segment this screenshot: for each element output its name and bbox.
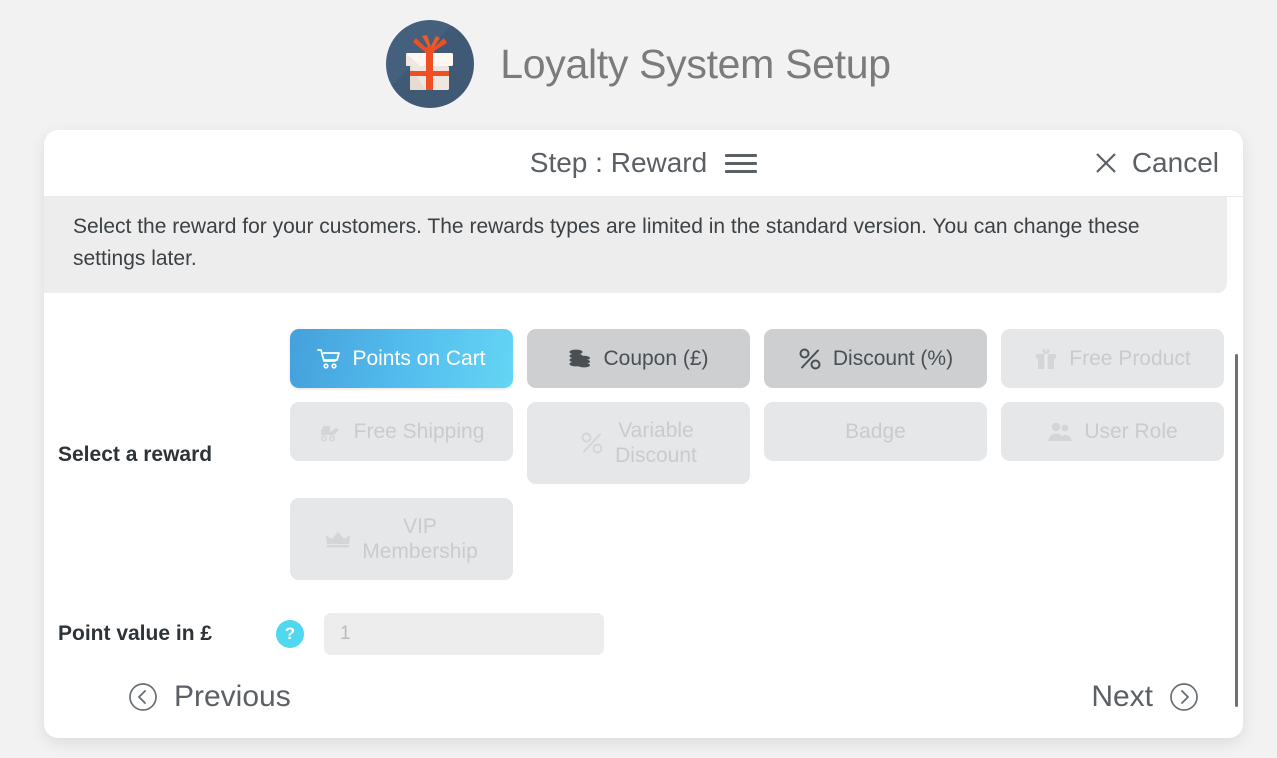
next-label: Next bbox=[1091, 680, 1153, 713]
percent-icon bbox=[580, 431, 604, 455]
step-title-group: Step : Reward bbox=[44, 147, 1243, 179]
modal-body: Select the reward for your customers. Th… bbox=[44, 197, 1243, 738]
gift-box-glyph bbox=[406, 35, 454, 90]
reward-option-discount[interactable]: Discount (%) bbox=[764, 329, 987, 388]
modal-scrollbar[interactable] bbox=[1235, 354, 1238, 707]
previous-button[interactable]: Previous bbox=[128, 680, 291, 714]
reward-option-user-role: User Role bbox=[1001, 402, 1224, 461]
reward-option-label: Free Shipping bbox=[353, 420, 485, 443]
shopping-cart-icon bbox=[317, 347, 341, 371]
cancel-label: Cancel bbox=[1131, 147, 1219, 178]
reward-option-label: Badge bbox=[845, 420, 906, 443]
step-description: Select the reward for your customers. Th… bbox=[44, 197, 1227, 293]
question-mark-icon[interactable]: ? bbox=[276, 620, 304, 648]
users-icon bbox=[1047, 421, 1073, 443]
reward-option-label: Coupon (£) bbox=[603, 347, 709, 370]
select-a-reward-label: Select a reward bbox=[58, 442, 213, 466]
reward-options-grid: Points on Cart Coupon (£) Discount (%) Free… bbox=[290, 329, 1227, 580]
reward-option-badge: Badge bbox=[764, 402, 987, 461]
shipping-truck-icon bbox=[319, 421, 343, 443]
reward-option-points-on-cart[interactable]: Points on Cart bbox=[290, 329, 513, 388]
reward-option-label: Free Product bbox=[1069, 347, 1191, 370]
gift-icon bbox=[386, 20, 475, 108]
next-button[interactable]: Next bbox=[1091, 680, 1199, 714]
chevron-right-circle-icon bbox=[1170, 683, 1198, 711]
gift-icon bbox=[1034, 347, 1058, 371]
reward-option-label: VIP Membership bbox=[362, 515, 478, 563]
close-icon bbox=[1096, 153, 1116, 173]
page-header: Loyalty System Setup bbox=[0, 0, 1277, 128]
chevron-left-circle-icon bbox=[129, 683, 157, 711]
reward-option-vip-membership: VIP Membership bbox=[290, 498, 513, 580]
reward-option-label: Discount (%) bbox=[832, 347, 954, 370]
reward-selector-row: Select a reward Points on Cart Coupon (£)… bbox=[44, 329, 1227, 580]
hamburger-menu-icon[interactable] bbox=[725, 153, 758, 173]
wizard-navigation: Previous Next bbox=[44, 680, 1243, 714]
reward-option-coupon[interactable]: Coupon (£) bbox=[527, 329, 750, 388]
step-title: Step : Reward bbox=[529, 147, 708, 178]
setup-wizard-modal: Step : Reward Cancel Select the reward f… bbox=[44, 130, 1243, 738]
reward-option-free-shipping: Free Shipping bbox=[290, 402, 513, 461]
reward-option-label: Points on Cart bbox=[352, 347, 486, 370]
point-value-input[interactable] bbox=[324, 613, 604, 655]
point-value-label: Point value in £ bbox=[58, 622, 213, 645]
form-area: Select a reward Points on Cart Coupon (£)… bbox=[44, 329, 1227, 655]
percent-icon bbox=[798, 347, 822, 371]
previous-label: Previous bbox=[174, 680, 291, 713]
coins-icon bbox=[568, 348, 592, 370]
reward-option-variable-discount: Variable Discount bbox=[527, 402, 750, 484]
reward-option-label: User Role bbox=[1084, 420, 1178, 443]
page-title: Loyalty System Setup bbox=[500, 40, 891, 87]
crown-icon bbox=[325, 530, 351, 548]
reward-option-free-product: Free Product bbox=[1001, 329, 1224, 388]
point-value-row: Point value in £ ? bbox=[44, 613, 1227, 655]
cancel-button[interactable]: Cancel bbox=[1091, 147, 1219, 179]
reward-option-label: Variable Discount bbox=[615, 419, 697, 467]
modal-header: Step : Reward Cancel bbox=[44, 130, 1243, 197]
